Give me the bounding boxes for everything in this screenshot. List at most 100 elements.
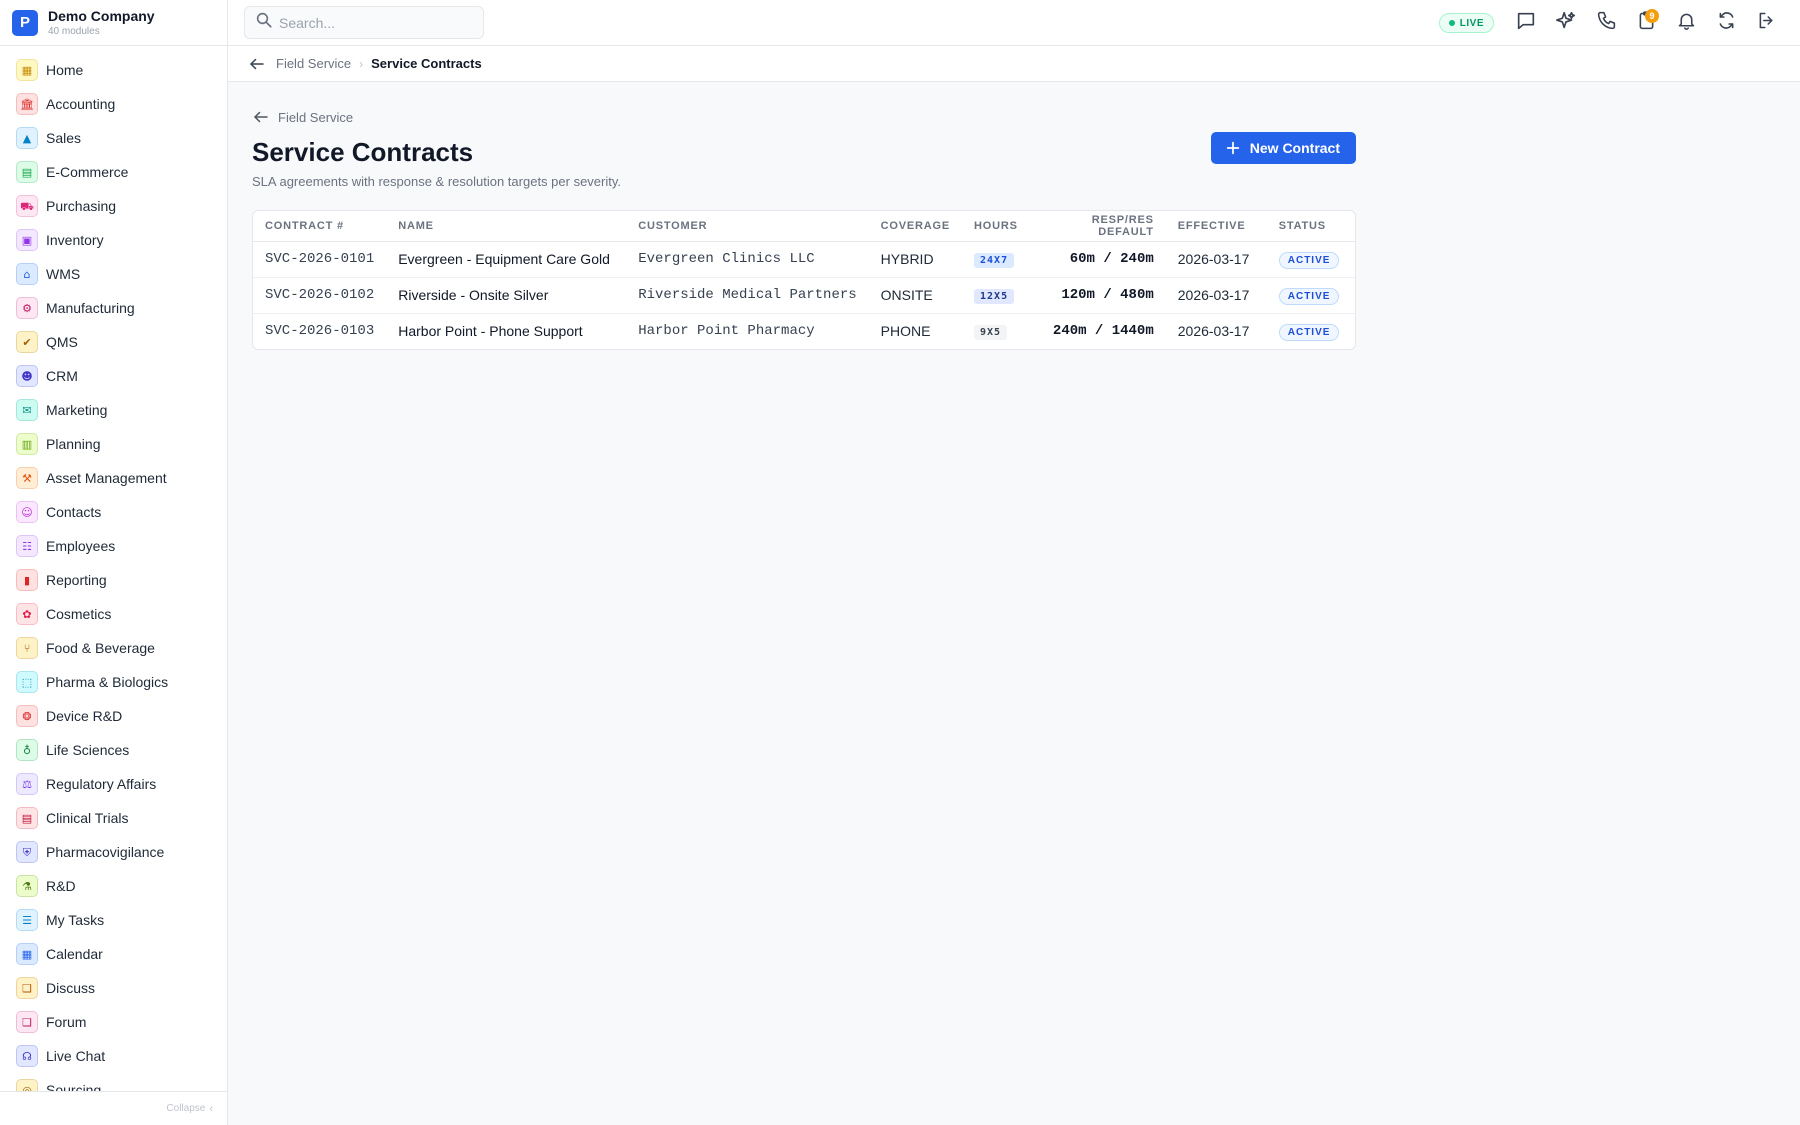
coverage-cell: ONSITE xyxy=(868,277,963,314)
logout-button[interactable] xyxy=(1746,3,1786,43)
logout-icon xyxy=(1756,10,1777,36)
sidebar-item-label: Discuss xyxy=(46,980,96,996)
users-icon: ☻ xyxy=(16,365,38,387)
contract-name-cell[interactable]: Evergreen - Equipment Care Gold xyxy=(386,241,627,278)
search-icon xyxy=(255,11,273,34)
sidebar-item-manufacturing[interactable]: ⚙ Manufacturing xyxy=(0,291,227,325)
sidebar-item-label: Pharmacovigilance xyxy=(46,844,165,860)
beaker-icon: ⚗ xyxy=(16,875,38,897)
sidebar-item-pharma-biologics[interactable]: ⬚ Pharma & Biologics xyxy=(0,665,227,699)
brand-header[interactable]: P Demo Company 40 modules xyxy=(0,0,227,46)
check-badge-icon: ✔ xyxy=(16,331,38,353)
table-row[interactable]: SVC-2026-0101 Evergreen - Equipment Care … xyxy=(253,241,1355,278)
sidebar-item-device-r-d[interactable]: ❂ Device R&D xyxy=(0,699,227,733)
sidebar-item-accounting[interactable]: 🏛 Accounting xyxy=(0,87,227,121)
sidebar-item-label: Marketing xyxy=(46,402,108,418)
sidebar-item-planning[interactable]: ▥ Planning xyxy=(0,427,227,461)
messages-button[interactable] xyxy=(1506,3,1546,43)
effective-date-cell: 2026-03-17 xyxy=(1165,241,1267,278)
contract-number-cell: SVC-2026-0103 xyxy=(265,323,375,340)
sidebar-item-food-beverage[interactable]: ⑂ Food & Beverage xyxy=(0,631,227,665)
bar-chart-icon: ▮ xyxy=(16,569,38,591)
resp-res-cell: 240m / 1440m xyxy=(1052,323,1154,340)
sidebar-item-home[interactable]: ▦ Home xyxy=(0,53,227,87)
effective-date-cell: 2026-03-17 xyxy=(1165,277,1267,314)
hours-tag: 9X5 xyxy=(974,325,1008,341)
header-status[interactable]: STATUS xyxy=(1266,211,1355,242)
contracts-table-card: CONTRACT # NAME CUSTOMER COVERAGE HOURS … xyxy=(252,210,1356,350)
resp-res-cell: 60m / 240m xyxy=(1029,241,1166,278)
page-subtitle: SLA agreements with response & resolutio… xyxy=(252,174,622,189)
box-icon: ▣ xyxy=(16,229,38,251)
header-contract-number[interactable]: CONTRACT # xyxy=(253,211,387,242)
contract-name-cell[interactable]: Riverside - Onsite Silver xyxy=(386,277,627,314)
sync-button[interactable] xyxy=(1706,3,1746,43)
new-contract-button[interactable]: New Contract xyxy=(1210,132,1356,164)
sidebar-item-label: Purchasing xyxy=(46,198,117,214)
clipboard-list-icon: ▤ xyxy=(16,807,38,829)
sidebar-item-wms[interactable]: ⌂ WMS xyxy=(0,257,227,291)
sidebar-item-calendar[interactable]: ▦ Calendar xyxy=(0,937,227,971)
sidebar-item-pharmacovigilance[interactable]: ⛨ Pharmacovigilance xyxy=(0,835,227,869)
sidebar-item-forum[interactable]: ❑ Forum xyxy=(0,1005,227,1039)
sidebar-item-qms[interactable]: ✔ QMS xyxy=(0,325,227,359)
clipboard-icon: ▥ xyxy=(16,433,38,455)
live-status-badge: LIVE xyxy=(1438,13,1494,33)
sidebar-item-live-chat[interactable]: ☊ Live Chat xyxy=(0,1039,227,1073)
search-input[interactable] xyxy=(279,14,469,31)
status-badge: ACTIVE xyxy=(1278,287,1340,305)
sidebar-item-clinical-trials[interactable]: ▤ Clinical Trials xyxy=(0,801,227,835)
customer-cell: Evergreen Clinics LLC xyxy=(626,241,869,278)
sidebar-item-sales[interactable]: ▲ Sales xyxy=(0,121,227,155)
chip-icon: ❂ xyxy=(16,705,38,727)
breadcrumb-parent-link[interactable]: Field Service xyxy=(276,56,351,71)
status-badge: ACTIVE xyxy=(1278,251,1340,269)
header-coverage[interactable]: COVERAGE xyxy=(868,211,963,242)
phone-button[interactable] xyxy=(1586,3,1626,43)
table-header-row: CONTRACT # NAME CUSTOMER COVERAGE HOURS … xyxy=(253,211,1355,242)
notifications-button[interactable] xyxy=(1666,3,1706,43)
header-effective[interactable]: EFFECTIVE xyxy=(1165,211,1267,242)
sidebar-item-regulatory-affairs[interactable]: ⚖ Regulatory Affairs xyxy=(0,767,227,801)
header-resp-res-default[interactable]: RESP/RES DEFAULT xyxy=(1029,211,1166,242)
search-box[interactable] xyxy=(244,6,484,39)
sidebar-item-sourcing[interactable]: ◎ Sourcing xyxy=(0,1073,227,1091)
sidebar-item-discuss[interactable]: ❑ Discuss xyxy=(0,971,227,1005)
contract-name-cell[interactable]: Harbor Point - Phone Support xyxy=(386,313,626,349)
sidebar-item-label: Sales xyxy=(46,130,82,146)
notification-count-badge: 9 xyxy=(1645,9,1659,23)
table-row[interactable]: SVC-2026-0103 Harbor Point - Phone Suppor… xyxy=(253,313,1355,349)
refresh-icon xyxy=(1716,10,1737,36)
sidebar-item-employees[interactable]: ☷ Employees xyxy=(0,529,227,563)
header-name[interactable]: NAME xyxy=(386,211,627,242)
sidebar-item-contacts[interactable]: ☺ Contacts xyxy=(0,495,227,529)
sidebar-item-r-d[interactable]: ⚗ R&D xyxy=(0,869,227,903)
sidebar-item-marketing[interactable]: ✉ Marketing xyxy=(0,393,227,427)
id-badge-icon: ☷ xyxy=(16,535,38,557)
sidebar-item-label: Home xyxy=(46,62,84,78)
ai-assistant-button[interactable] xyxy=(1546,3,1586,43)
sidebar-item-inventory[interactable]: ▣ Inventory xyxy=(0,223,227,257)
sidebar-item-my-tasks[interactable]: ☰ My Tasks xyxy=(0,903,227,937)
sidebar-item-purchasing[interactable]: ⛟ Purchasing xyxy=(0,189,227,223)
sidebar-item-e-commerce[interactable]: ▤ E-Commerce xyxy=(0,155,227,189)
contracts-table: CONTRACT # NAME CUSTOMER COVERAGE HOURS … xyxy=(253,211,1355,349)
sidebar-item-asset-management[interactable]: ⚒ Asset Management xyxy=(0,461,227,495)
main-content: Field Service Service Contracts SLA agre… xyxy=(252,82,1356,350)
collapse-button[interactable]: Collapse ‹ xyxy=(0,1091,227,1125)
back-arrow-icon[interactable] xyxy=(246,53,268,75)
approvals-button[interactable]: 9 xyxy=(1626,3,1666,43)
status-cell: ACTIVE xyxy=(1267,313,1355,349)
sidebar-item-cosmetics[interactable]: ✿ Cosmetics xyxy=(0,597,227,631)
new-contract-label: New Contract xyxy=(1249,140,1340,156)
sidebar-item-crm[interactable]: ☻ CRM xyxy=(0,359,227,393)
header-hours[interactable]: HOURS xyxy=(962,211,1030,242)
sidebar-item-label: Accounting xyxy=(46,96,116,112)
header-customer[interactable]: CUSTOMER xyxy=(626,211,869,242)
sidebar-item-life-sciences[interactable]: ♁ Life Sciences xyxy=(0,733,227,767)
sidebar-item-reporting[interactable]: ▮ Reporting xyxy=(0,563,227,597)
checklist-icon: ☰ xyxy=(16,909,38,931)
chevron-left-icon: ‹ xyxy=(209,1102,213,1115)
table-row[interactable]: SVC-2026-0102 Riverside - Onsite Silver Ri… xyxy=(253,277,1355,314)
back-to-field-service-link[interactable]: Field Service xyxy=(252,108,353,126)
